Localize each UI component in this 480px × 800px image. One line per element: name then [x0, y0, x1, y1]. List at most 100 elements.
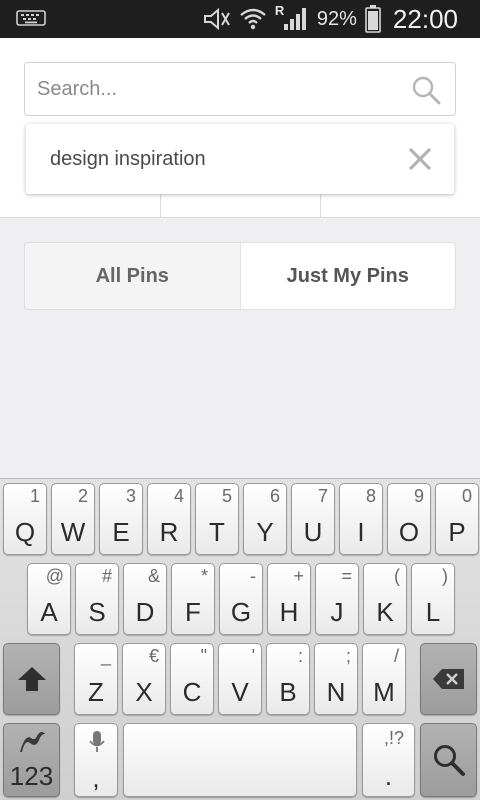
comma-key[interactable]: ,: [74, 723, 118, 797]
key-primary-label: E: [112, 517, 130, 547]
key-q[interactable]: 1Q: [3, 483, 47, 555]
key-b[interactable]: :B: [266, 643, 310, 715]
key-secondary-label: ": [200, 646, 207, 666]
key-primary-label: X: [135, 677, 153, 707]
backspace-key[interactable]: [420, 643, 477, 715]
key-secondary-label: 7: [317, 486, 328, 506]
keyboard-notification-icon: [16, 10, 46, 26]
key-primary-label: T: [209, 517, 225, 547]
key-primary-label: O: [398, 517, 420, 547]
key-primary-label: U: [303, 517, 323, 547]
key-primary-label: A: [40, 597, 58, 627]
key-d[interactable]: & D: [123, 563, 167, 635]
tab-just-my-pins[interactable]: Just My Pins: [239, 243, 455, 309]
key-secondary-label: =: [341, 566, 352, 586]
key-secondary-label: 6: [269, 486, 280, 506]
key-secondary-label: 0: [461, 486, 472, 506]
punctuation-label: ,!?: [383, 728, 404, 748]
numbers-label: 123: [9, 761, 54, 791]
numbers-key[interactable]: 123: [3, 723, 60, 797]
mic-icon: [89, 731, 105, 752]
key-t[interactable]: 5T: [195, 483, 239, 555]
key-x[interactable]: € X: [122, 643, 166, 715]
search-icon: [433, 745, 465, 776]
mute-icon: [203, 7, 230, 31]
key-primary-label: Z: [88, 677, 104, 707]
key-secondary-label: 8: [365, 486, 376, 506]
key-z[interactable]: _ Z: [74, 643, 118, 715]
search-suggestion[interactable]: design inspiration: [26, 124, 454, 194]
key-secondary-label: #: [101, 566, 112, 586]
key-secondary-label: 5: [221, 486, 232, 506]
key-primary-label: Q: [14, 517, 36, 547]
suggestion-text: design inspiration: [50, 148, 206, 170]
key-e[interactable]: 3E: [99, 483, 143, 555]
key-r[interactable]: 4R: [147, 483, 191, 555]
key-primary-label: G: [230, 597, 252, 627]
key-h[interactable]: + H: [267, 563, 311, 635]
key-primary-label: B: [279, 677, 297, 707]
key-primary-label: J: [330, 597, 344, 627]
key-secondary-label: 4: [173, 486, 184, 506]
comma-label: ,: [92, 763, 100, 793]
status-bar: R 92% 22:00: [0, 0, 480, 38]
key-secondary-label: 2: [77, 486, 88, 506]
search-key[interactable]: [420, 723, 477, 797]
key-primary-label: S: [88, 597, 106, 627]
key-secondary-label: +: [293, 566, 304, 586]
key-secondary-label: -: [250, 566, 256, 586]
key-y[interactable]: 6Y: [243, 483, 287, 555]
key-a[interactable]: @ A: [27, 563, 71, 635]
key-f[interactable]: * F: [171, 563, 215, 635]
key-secondary-label: 9: [413, 486, 424, 506]
key-primary-label: V: [231, 677, 249, 707]
close-icon[interactable]: [408, 147, 432, 171]
tab-all-pins[interactable]: All Pins: [25, 243, 240, 309]
key-primary-label: R: [159, 517, 179, 547]
key-primary-label: W: [60, 517, 86, 547]
key-primary-label: Y: [256, 517, 274, 547]
key-i[interactable]: 8I: [339, 483, 383, 555]
search-input[interactable]: [37, 63, 407, 115]
key-primary-label: C: [182, 677, 202, 707]
search-icon[interactable]: [411, 75, 441, 105]
key-n[interactable]: ; N: [314, 643, 358, 715]
key-s[interactable]: # S: [75, 563, 119, 635]
key-secondary-label: @: [45, 566, 64, 586]
signal-icon: R: [275, 3, 309, 32]
key-c[interactable]: " C: [170, 643, 214, 715]
key-secondary-label: &: [147, 566, 160, 586]
shift-key[interactable]: [3, 643, 60, 715]
key-j[interactable]: = J: [315, 563, 359, 635]
key-primary-label: M: [373, 677, 395, 707]
period-key[interactable]: ,!? .: [362, 723, 415, 797]
clock: 22:00: [392, 3, 458, 34]
key-primary-label: F: [185, 597, 201, 627]
search-box[interactable]: [24, 62, 456, 116]
key-secondary-label: (: [394, 566, 400, 586]
key-secondary-label: ): [442, 566, 448, 586]
key-g[interactable]: -G: [219, 563, 263, 635]
key-w[interactable]: 2W: [51, 483, 95, 555]
swiftkey-logo-icon: [20, 731, 45, 752]
key-primary-label: D: [135, 597, 155, 627]
key-o[interactable]: 9O: [387, 483, 431, 555]
shift-icon: [17, 667, 46, 691]
backspace-icon: [432, 669, 464, 689]
key-secondary-label: 1: [29, 486, 40, 506]
key-u[interactable]: 7U: [291, 483, 335, 555]
key-secondary-label: :: [297, 646, 303, 666]
key-secondary-label: €: [148, 646, 159, 666]
key-m[interactable]: / M: [362, 643, 406, 715]
key-secondary-label: 3: [125, 486, 136, 506]
app-content: design inspiration All Pins Just My Pins: [0, 38, 480, 478]
space-key[interactable]: [123, 723, 357, 797]
key-l[interactable]: ) L: [411, 563, 455, 635]
key-secondary-label: ;: [345, 646, 351, 666]
key-secondary-label: /: [393, 646, 399, 666]
key-p[interactable]: 0P: [435, 483, 479, 555]
key-v[interactable]: ' V: [218, 643, 262, 715]
key-primary-label: L: [425, 597, 441, 627]
key-secondary-label: _: [100, 646, 111, 666]
key-k[interactable]: (K: [363, 563, 407, 635]
